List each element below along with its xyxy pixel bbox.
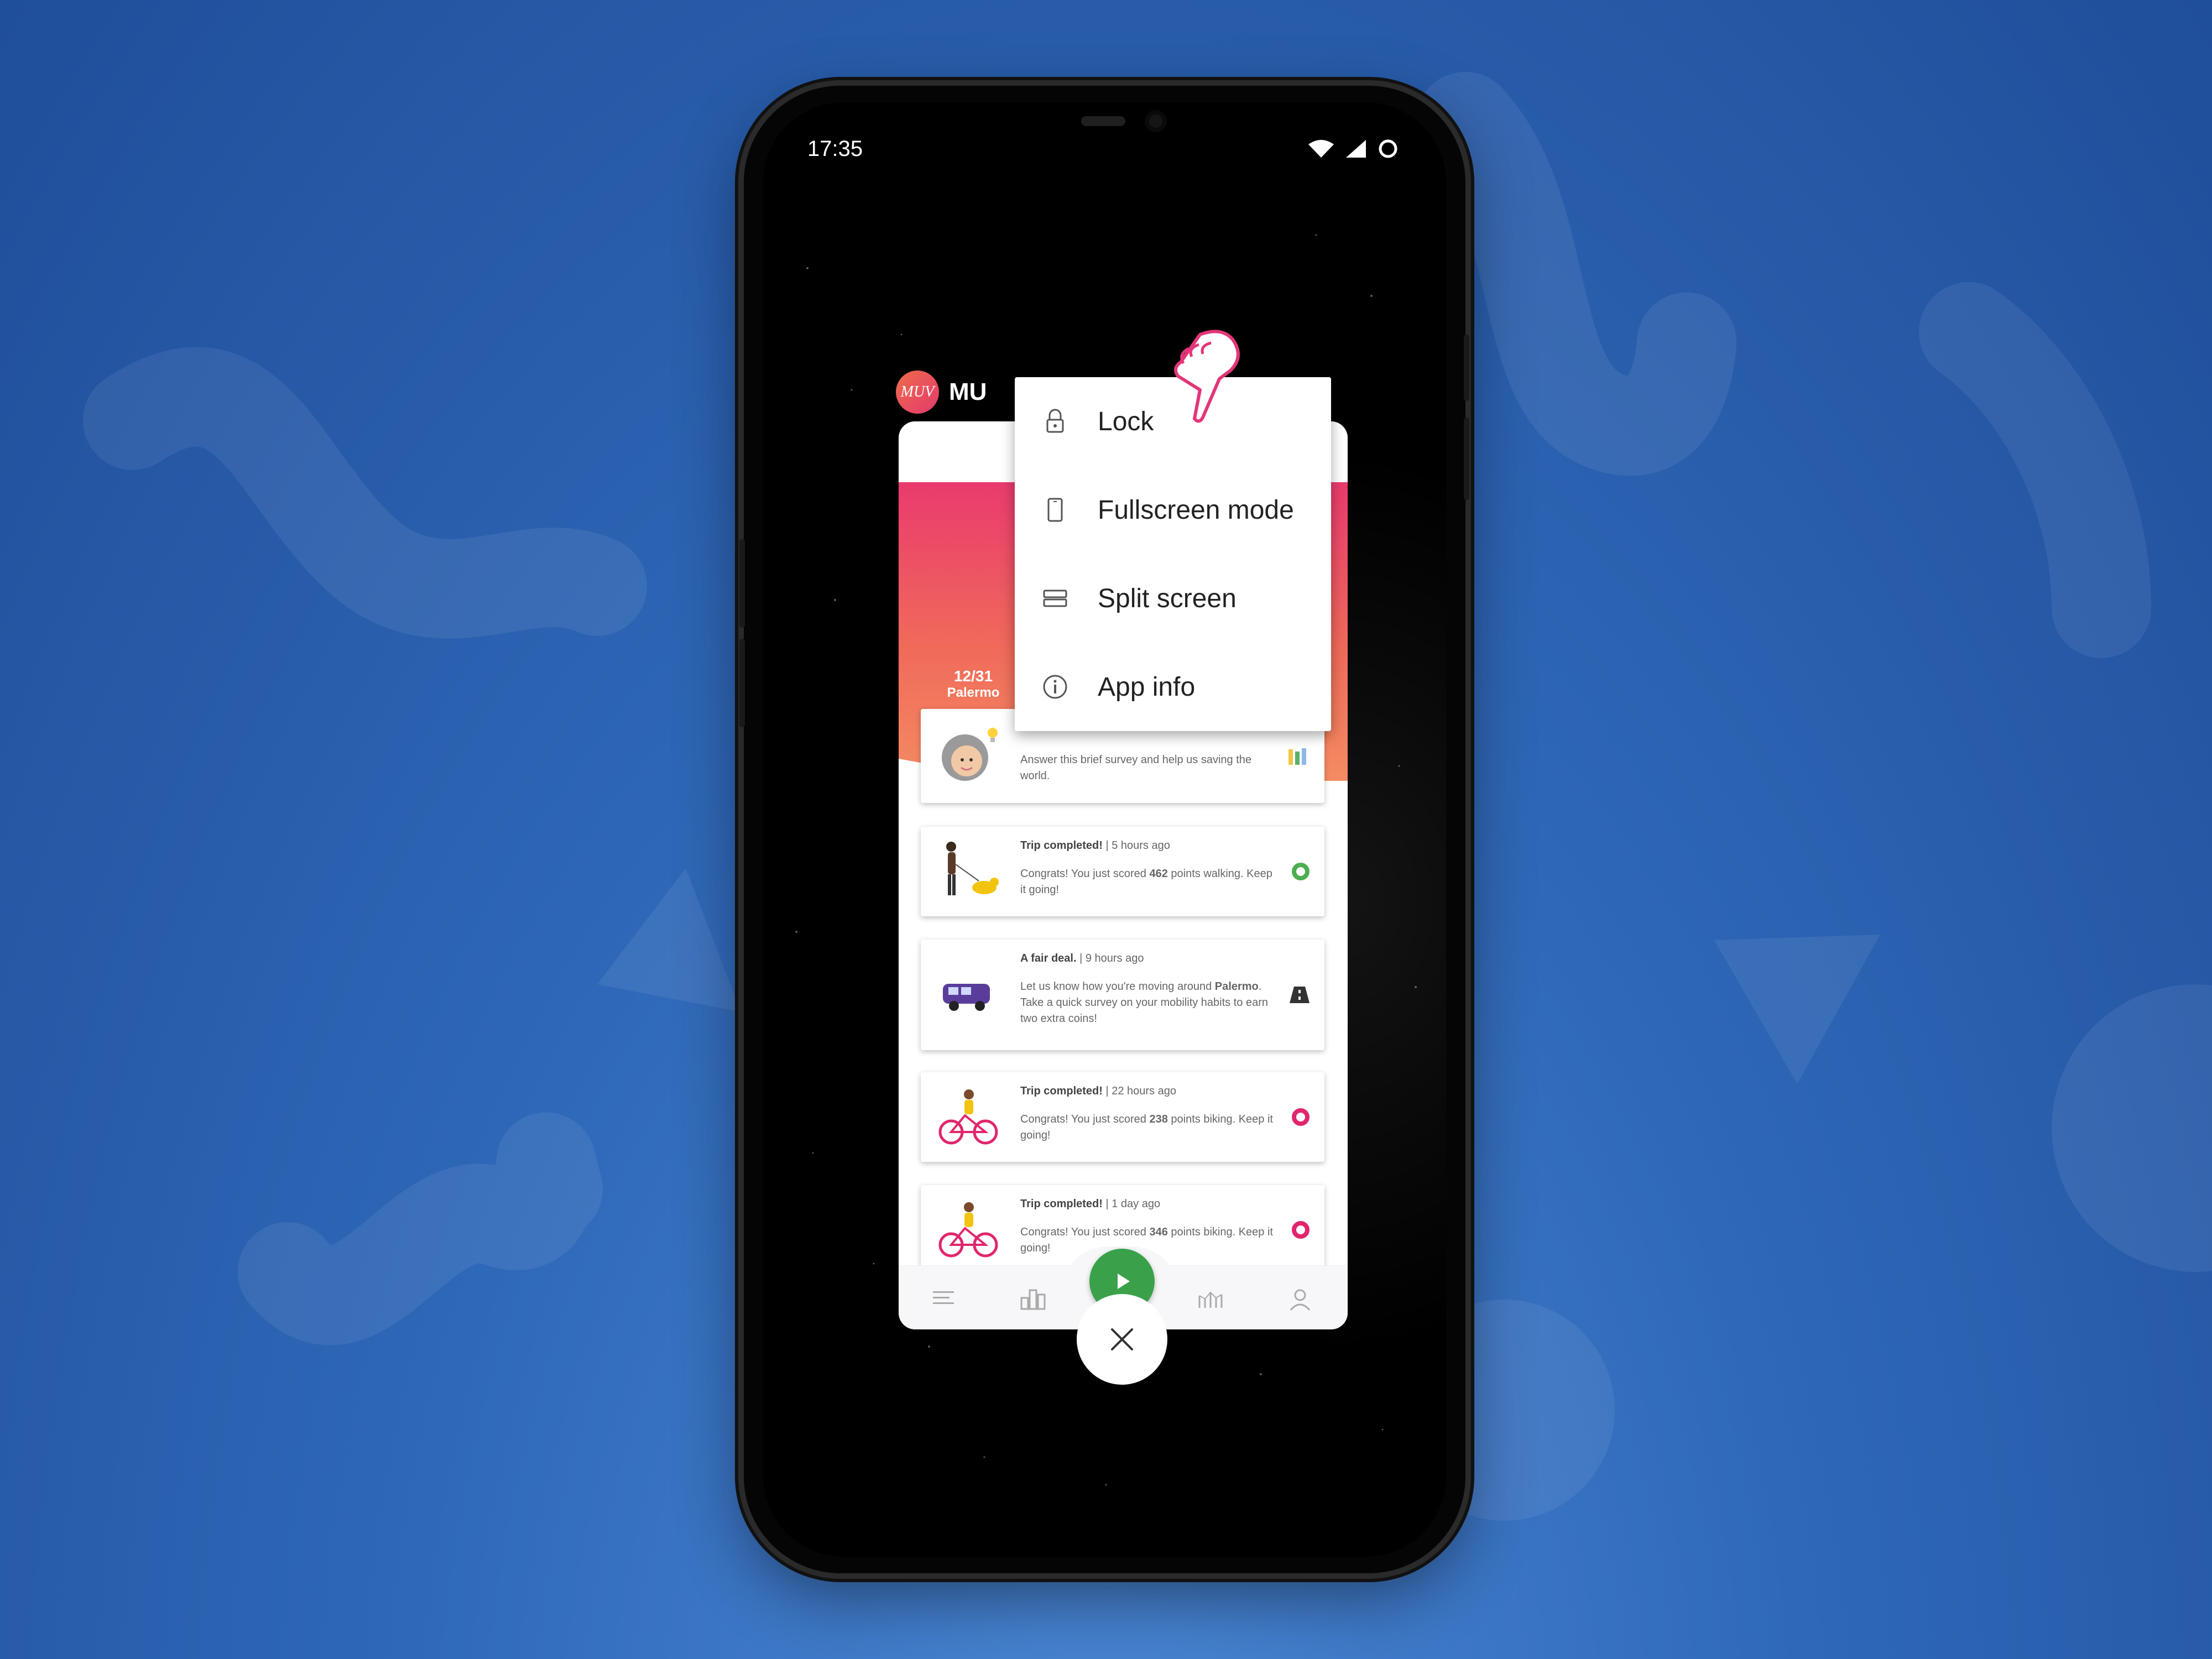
walk-status-icon [1292, 863, 1310, 880]
feed-text: A fair deal. | 9 hours ago Let us know h… [1020, 951, 1275, 1027]
menu-label-split-screen: Split screen [1098, 583, 1237, 613]
earpiece-speaker [1081, 116, 1125, 126]
phone-icon [1047, 498, 1063, 522]
cyclist-illustration [938, 1202, 998, 1258]
menu-label-app-info: App info [1098, 672, 1196, 702]
bike-status-icon [1292, 1108, 1310, 1126]
bar-chart-icon [1288, 748, 1306, 765]
status-time: 17:35 [807, 137, 863, 161]
notch [1012, 102, 1211, 147]
menu-item-split-screen[interactable]: Split screen [1015, 554, 1331, 643]
feed-time: 22 hours ago [1112, 1085, 1176, 1097]
split-screen-icon [1043, 589, 1067, 607]
alert-slider [1464, 418, 1469, 500]
recent-app-title: MU [949, 378, 987, 405]
feed-item-walk[interactable]: Trip completed! | 5 hours ago Congrats! … [921, 827, 1324, 916]
signal-icon [1346, 140, 1366, 158]
info-icon [1043, 675, 1067, 699]
feed-title-line: Trip completed! | 1 day ago [1020, 1198, 1161, 1210]
front-camera [1145, 110, 1167, 132]
feed-title: Trip completed! [1020, 1198, 1103, 1210]
menu-item-fullscreen[interactable]: Fullscreen mode [1015, 466, 1331, 554]
feed-time: 1 day ago [1112, 1198, 1161, 1210]
volume-up-button [739, 539, 745, 628]
menu-icon[interactable] [932, 1288, 955, 1308]
feed-title-line: A fair deal. | 9 hours ago [1020, 952, 1144, 964]
lock-icon [1046, 409, 1064, 433]
feed-text: Trip completed! | 5 hours ago Congrats! … [1020, 838, 1275, 898]
feed-title: Trip completed! [1020, 1085, 1103, 1097]
feed-title-line: Trip completed! | 5 hours ago [1020, 839, 1170, 852]
volume-down-button [739, 639, 745, 727]
feed-item-survey-deal[interactable]: A fair deal. | 9 hours ago Let us know h… [921, 940, 1324, 1050]
feed-time: 9 hours ago [1085, 952, 1144, 964]
stats-icon[interactable] [1197, 1288, 1225, 1310]
feed-city: Palermo [1214, 980, 1259, 993]
road-icon [1290, 987, 1310, 1003]
feed-points: 462 [1149, 868, 1168, 880]
cyclist-illustration [938, 1089, 998, 1145]
menu-label-lock: Lock [1098, 406, 1154, 436]
hero-city: Palermo [947, 685, 1000, 700]
phone-screen: 17:35 MUV MU 12/31 Palermo Answer this b… [763, 102, 1446, 1557]
feed-text: Trip completed! | 1 day ago Congrats! Yo… [1020, 1196, 1275, 1256]
menu-label-fullscreen: Fullscreen mode [1098, 495, 1294, 525]
feed-message: Congrats! You just scored 238 points bik… [1020, 1113, 1273, 1141]
phone-frame: 17:35 MUV MU 12/31 Palermo Answer this b… [739, 86, 1469, 1573]
muv-logo: MUV [896, 371, 939, 414]
hero-date: 12/31 [953, 667, 993, 685]
walking-dog-illustration [946, 842, 999, 895]
recent-app-header[interactable]: MUV MU [896, 371, 987, 414]
feed-message: Let us know how you're moving around Pal… [1020, 980, 1268, 1025]
profile-icon[interactable] [1288, 1288, 1312, 1311]
feed-title: Trip completed! [1020, 839, 1103, 852]
feed-text: Trip completed! | 22 hours ago Congrats!… [1020, 1083, 1275, 1144]
play-icon [1118, 1274, 1130, 1289]
hero-date-block: 12/31 Palermo [937, 667, 1009, 701]
feed-message: Answer this brief survey and help us sav… [1020, 754, 1251, 782]
app-context-menu: Lock Fullscreen mode Split screen App in… [1015, 377, 1331, 731]
van-illustration [943, 984, 990, 1011]
feed-points: 346 [1149, 1226, 1168, 1238]
pointing-hand-icon [1174, 330, 1240, 423]
power-button [1464, 335, 1469, 401]
feed-message: Congrats! You just scored 462 points wal… [1020, 868, 1272, 896]
battery-icon [1379, 139, 1397, 158]
status-icons [1307, 138, 1399, 160]
feed-item-bike-1[interactable]: Trip completed! | 22 hours ago Congrats!… [921, 1072, 1324, 1162]
feed-title: A fair deal. [1020, 952, 1077, 964]
menu-item-app-info[interactable]: App info [1015, 643, 1331, 731]
leaderboard-icon[interactable] [1020, 1288, 1046, 1310]
close-icon [1111, 1328, 1133, 1350]
grandma-illustration [942, 728, 998, 781]
wifi-icon [1308, 140, 1334, 158]
feed-time: 5 hours ago [1112, 839, 1170, 852]
feed-title-line: Trip completed! | 22 hours ago [1020, 1085, 1176, 1097]
close-recent-apps-button[interactable] [1077, 1294, 1167, 1385]
bike-status-icon [1292, 1221, 1310, 1239]
feed-points: 238 [1149, 1113, 1168, 1125]
